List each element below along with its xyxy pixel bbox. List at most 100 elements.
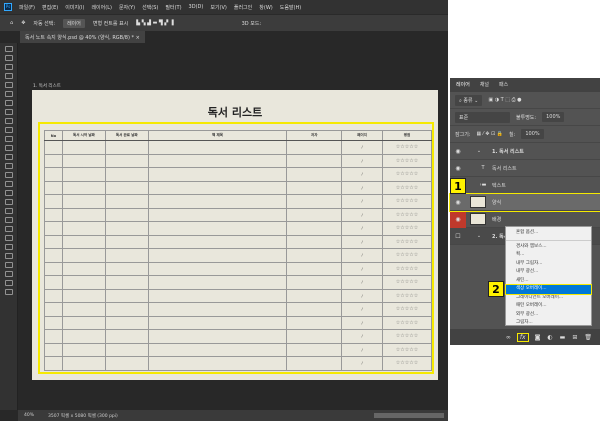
menu-option[interactable]: 패턴 오버레이... — [506, 302, 591, 311]
table-cell[interactable] — [286, 194, 343, 209]
table-cell[interactable] — [147, 234, 288, 249]
table-cell[interactable] — [147, 248, 288, 263]
table-cell[interactable] — [44, 288, 63, 303]
table-cell[interactable] — [61, 207, 106, 222]
table-cell[interactable] — [286, 180, 343, 195]
table-cell[interactable] — [104, 329, 149, 344]
tool-icon[interactable] — [4, 190, 13, 196]
menu-item[interactable]: 창(W) — [259, 4, 272, 11]
table-cell[interactable] — [44, 140, 63, 155]
table-cell[interactable]: / — [341, 234, 384, 249]
tool-icon[interactable] — [4, 280, 13, 286]
tool-icon[interactable] — [4, 145, 13, 151]
layer-row[interactable]: ◉ 양식 — [449, 193, 600, 212]
table-cell[interactable] — [147, 315, 288, 330]
table-cell[interactable] — [286, 140, 343, 155]
menu-item[interactable]: 필터(T) — [165, 4, 181, 11]
table-cell[interactable] — [104, 180, 149, 195]
table-cell[interactable] — [104, 140, 149, 155]
menu-option[interactable]: 외부 광선... — [506, 311, 591, 320]
tool-icon[interactable] — [4, 217, 13, 223]
table-cell[interactable] — [61, 248, 106, 263]
table-cell[interactable] — [104, 302, 149, 317]
table-cell[interactable] — [61, 194, 106, 209]
table-cell[interactable]: / — [341, 207, 384, 222]
table-cell[interactable] — [286, 329, 343, 344]
table-cell[interactable] — [147, 261, 288, 276]
layer-row[interactable]: ◉ ⌄ 1. 독서 리스트 — [450, 143, 600, 160]
table-cell[interactable] — [61, 315, 106, 330]
table-cell[interactable] — [104, 194, 149, 209]
table-cell[interactable]: ☆☆☆☆☆ — [382, 315, 432, 330]
new-layer-icon[interactable]: ⊞ — [572, 334, 577, 341]
table-cell[interactable] — [286, 275, 343, 290]
table-cell[interactable]: ☆☆☆☆☆ — [382, 221, 432, 236]
table-cell[interactable] — [286, 248, 343, 263]
table-cell[interactable] — [61, 302, 106, 317]
artboard[interactable]: 독서 리스트 No 독서 시작 날짜 독서 완료 날짜 책 제목 저자 페이지 평점 / ☆☆☆… — [32, 90, 438, 380]
tool-icon[interactable] — [4, 172, 13, 178]
table-cell[interactable] — [44, 261, 63, 276]
table-cell[interactable] — [44, 275, 63, 290]
tool-icon[interactable] — [4, 82, 13, 88]
table-cell[interactable]: ☆☆☆☆☆ — [382, 356, 432, 371]
table-cell[interactable] — [61, 356, 106, 371]
table-cell[interactable]: / — [341, 356, 384, 371]
table-cell[interactable]: / — [341, 315, 384, 330]
table-cell[interactable] — [61, 180, 106, 195]
table-cell[interactable] — [44, 221, 63, 236]
table-cell[interactable]: / — [341, 302, 384, 317]
table-cell[interactable]: ☆☆☆☆☆ — [382, 140, 432, 155]
table-cell[interactable] — [147, 207, 288, 222]
table-cell[interactable] — [147, 194, 288, 209]
table-cell[interactable] — [104, 221, 149, 236]
table-cell[interactable]: ☆☆☆☆☆ — [382, 207, 432, 222]
table-cell[interactable] — [44, 329, 63, 344]
tool-icon[interactable] — [4, 46, 13, 52]
table-cell[interactable] — [147, 356, 288, 371]
tool-icon[interactable] — [4, 109, 13, 115]
menu-option[interactable]: 획... — [506, 251, 591, 260]
tool-icon[interactable] — [4, 244, 13, 250]
table-cell[interactable]: / — [341, 180, 384, 195]
menu-item[interactable]: 문자(Y) — [119, 4, 135, 11]
table-cell[interactable]: / — [341, 342, 384, 357]
table-cell[interactable] — [61, 342, 106, 357]
table-cell[interactable] — [61, 140, 106, 155]
layer-row[interactable]: ◉›▬텍스트 — [450, 177, 600, 194]
table-cell[interactable] — [61, 329, 106, 344]
table-cell[interactable]: / — [341, 140, 384, 155]
table-cell[interactable] — [286, 234, 343, 249]
visibility-eye-icon[interactable]: ◉ — [450, 210, 466, 228]
table-cell[interactable]: / — [341, 194, 384, 209]
table-cell[interactable] — [44, 248, 63, 263]
table-cell[interactable] — [104, 153, 149, 168]
fill-input[interactable]: 100% — [521, 129, 544, 139]
opacity-input[interactable]: 100% — [542, 112, 565, 122]
table-cell[interactable]: / — [341, 329, 384, 344]
tool-icon[interactable] — [4, 181, 13, 187]
tool-icon[interactable] — [4, 118, 13, 124]
table-cell[interactable] — [286, 356, 343, 371]
table-cell[interactable]: / — [341, 261, 384, 276]
table-cell[interactable] — [104, 207, 149, 222]
table-cell[interactable] — [286, 261, 343, 276]
table-cell[interactable] — [61, 221, 106, 236]
table-cell[interactable]: ☆☆☆☆☆ — [382, 248, 432, 263]
table-cell[interactable] — [61, 167, 106, 182]
menu-item[interactable]: 보기(V) — [210, 4, 227, 11]
home-icon[interactable]: ⌂ — [10, 20, 13, 26]
table-cell[interactable] — [44, 234, 63, 249]
tool-icon[interactable] — [4, 73, 13, 79]
table-cell[interactable] — [44, 167, 63, 182]
tool-icon[interactable] — [4, 127, 13, 133]
table-cell[interactable] — [104, 261, 149, 276]
tool-icon[interactable] — [4, 289, 13, 295]
table-cell[interactable] — [104, 288, 149, 303]
filter-icons[interactable]: ▣ ◑ T ⬚ ⎙ ● — [488, 97, 521, 103]
table-cell[interactable]: ☆☆☆☆☆ — [382, 275, 432, 290]
table-cell[interactable]: ☆☆☆☆☆ — [382, 342, 432, 357]
fx-button[interactable]: fx — [516, 332, 529, 342]
tool-icon[interactable] — [4, 226, 13, 232]
tool-icon[interactable] — [4, 271, 13, 277]
